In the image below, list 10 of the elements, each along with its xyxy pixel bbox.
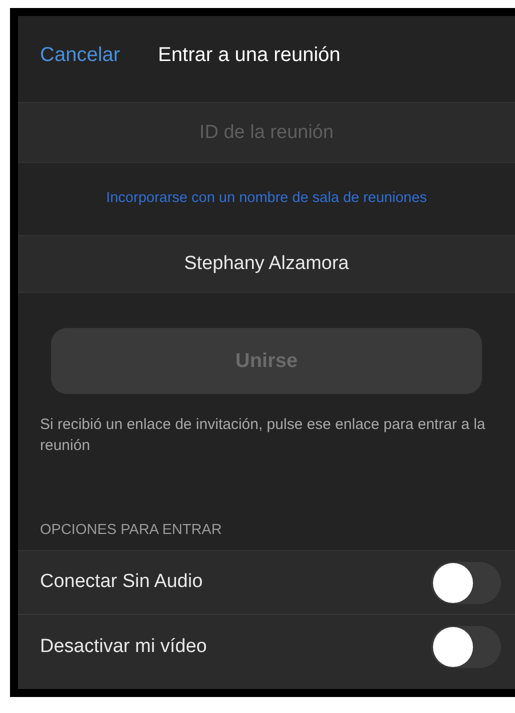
section-heading: OPCIONES PARA ENTRAR	[39, 521, 223, 540]
toggle-switch[interactable]	[431, 562, 501, 604]
cancel-button[interactable]: Cancelar	[40, 40, 120, 70]
help-text: Si recibió un enlace de invitación, pulse ese enlace para entrar a la reunión	[39, 415, 486, 456]
screen-title: Entrar a una reunión	[158, 43, 340, 68]
option-label: Conectar Sin Audio	[40, 570, 203, 594]
name-field[interactable]: Stephany Alzamora	[18, 235, 515, 294]
option-label: Desactivar mi vídeo	[40, 634, 207, 659]
toggle-switch[interactable]	[431, 626, 501, 668]
room-name-link[interactable]: Incorporarse con un nombre de sala de reuniones	[106, 188, 427, 210]
